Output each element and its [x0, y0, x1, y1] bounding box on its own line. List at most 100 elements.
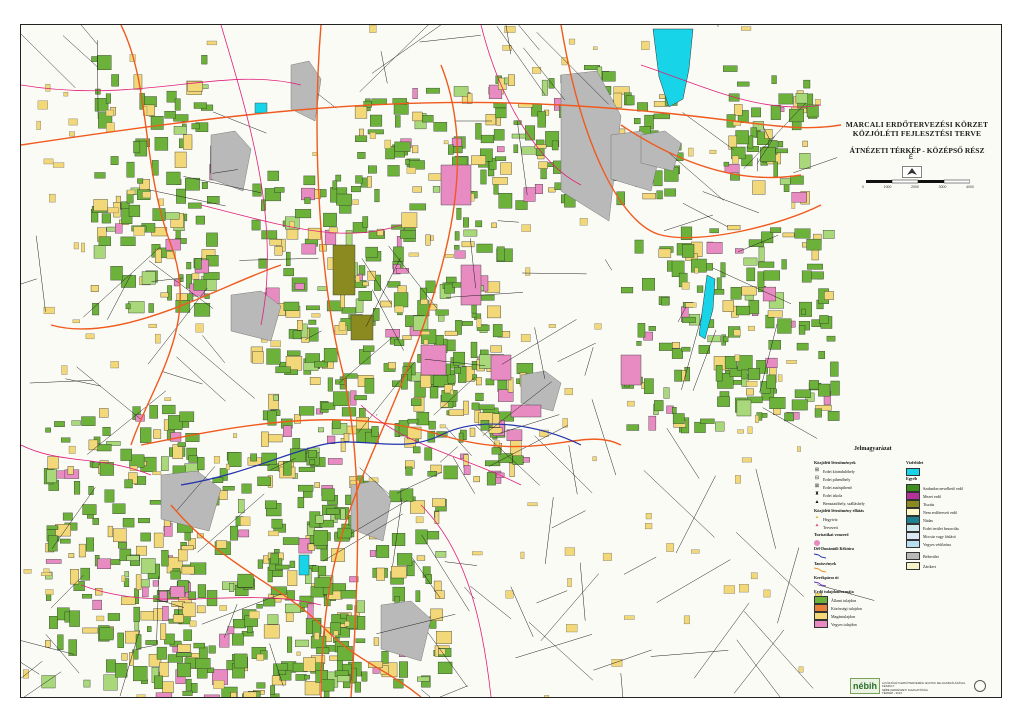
forest-parcel — [177, 662, 191, 678]
forest-parcel — [794, 389, 811, 398]
private-parcel — [548, 324, 556, 328]
forest-parcel — [275, 564, 290, 570]
forest-parcel — [162, 681, 174, 693]
parcel-line — [693, 602, 750, 679]
forest-parcel — [326, 508, 340, 515]
forest-parcel — [796, 342, 809, 351]
forest-parcel — [45, 427, 51, 433]
forest-parcel — [771, 75, 777, 84]
forest-parcel — [182, 602, 196, 617]
forest-parcel — [140, 558, 156, 574]
private-parcel — [688, 147, 694, 157]
legend-item: Vegyes tulajdon — [814, 620, 857, 628]
forest-parcel — [178, 549, 188, 562]
legend-label: Mocsár vagy fáslásó — [923, 533, 956, 539]
parcel-line — [643, 470, 715, 538]
forest-parcel — [364, 378, 375, 394]
forest-parcel — [317, 286, 328, 291]
forest-parcel — [107, 613, 120, 621]
parcel-line — [396, 472, 442, 494]
forest-parcel — [404, 437, 416, 448]
forest-parcel — [297, 497, 305, 509]
forest-parcel — [173, 126, 187, 135]
legend-label: Erdei terület besorolás — [923, 525, 959, 531]
forest-parcel — [716, 277, 722, 291]
parcel-line — [469, 585, 512, 620]
forest-parcel — [429, 386, 439, 399]
forest-parcel — [113, 528, 127, 542]
forest-parcel — [303, 657, 316, 672]
forest-parcel — [191, 123, 200, 130]
forest-parcel — [54, 421, 65, 427]
forest-parcel — [554, 182, 562, 190]
private-parcel — [107, 207, 119, 214]
legend-item: ✦ Tervezett — [814, 524, 838, 530]
forest-parcel — [433, 122, 448, 132]
forest-parcel — [399, 661, 408, 678]
legend-item — [906, 468, 920, 476]
forest-parcel — [509, 462, 515, 477]
rest-area-icon: ⊟ — [814, 476, 820, 481]
forest-parcel — [470, 341, 478, 358]
forest-parcel — [124, 571, 129, 578]
forest-parcel — [135, 634, 142, 650]
forest-parcel — [463, 400, 469, 415]
forest-parcel — [475, 220, 483, 228]
parcel-line — [568, 445, 578, 495]
private-parcel — [213, 680, 225, 689]
private-parcel — [256, 653, 264, 661]
forest-parcel — [69, 610, 80, 627]
forest-parcel — [267, 170, 279, 181]
forest-parcel — [395, 115, 401, 128]
forest-parcel — [476, 243, 493, 253]
legend-label: Szabadon nevelhető erdő — [923, 485, 964, 491]
private-parcel — [450, 389, 454, 395]
forest-parcel — [229, 583, 235, 592]
private-parcel — [579, 218, 588, 226]
private-parcel — [786, 360, 797, 364]
private-parcel — [195, 323, 204, 333]
picnic-table-icon: ⊞ — [814, 468, 820, 473]
private-parcel — [797, 446, 801, 452]
forest-parcel — [337, 527, 352, 539]
legend-label: Tanösvények — [814, 561, 837, 566]
forest-parcel — [698, 345, 710, 354]
parcel-line — [743, 611, 814, 689]
forest-parcel — [735, 248, 744, 254]
forest-parcel — [642, 193, 656, 200]
forest-parcel — [136, 545, 147, 556]
forest-parcel — [634, 118, 641, 125]
forest-parcel — [323, 212, 337, 227]
forest-parcel — [723, 161, 730, 167]
forest-parcel — [117, 632, 124, 648]
forest-parcel — [106, 659, 116, 673]
forest-parcel — [294, 414, 301, 424]
forest-parcel — [174, 98, 181, 111]
forest-parcel — [45, 640, 51, 648]
private-parcel — [152, 471, 162, 475]
forest-parcel — [667, 260, 673, 272]
forest-parcel — [706, 242, 723, 254]
forest-parcel — [493, 102, 507, 109]
forest-parcel — [741, 286, 757, 296]
forest-parcel — [801, 308, 806, 315]
forest-parcel — [304, 674, 310, 680]
forest-parcel — [287, 570, 298, 586]
forest-parcel — [82, 504, 97, 515]
parcel-line — [591, 399, 617, 476]
forest-parcel — [374, 189, 380, 203]
private-parcel — [592, 456, 597, 462]
forest-parcel — [469, 427, 476, 437]
forest-parcel — [743, 257, 758, 266]
forest-parcel — [107, 525, 113, 538]
forest-parcel — [737, 81, 750, 87]
forest-parcel — [120, 448, 132, 461]
forest-parcel — [78, 543, 86, 558]
forest-parcel — [671, 348, 683, 359]
forest-parcel — [174, 151, 187, 168]
blue-trail-swatch — [814, 553, 826, 559]
forest-parcel — [391, 533, 406, 546]
forest-parcel — [537, 111, 546, 128]
forest-parcel — [656, 190, 663, 200]
legend-label: Erdei pihenőhely — [823, 476, 851, 482]
